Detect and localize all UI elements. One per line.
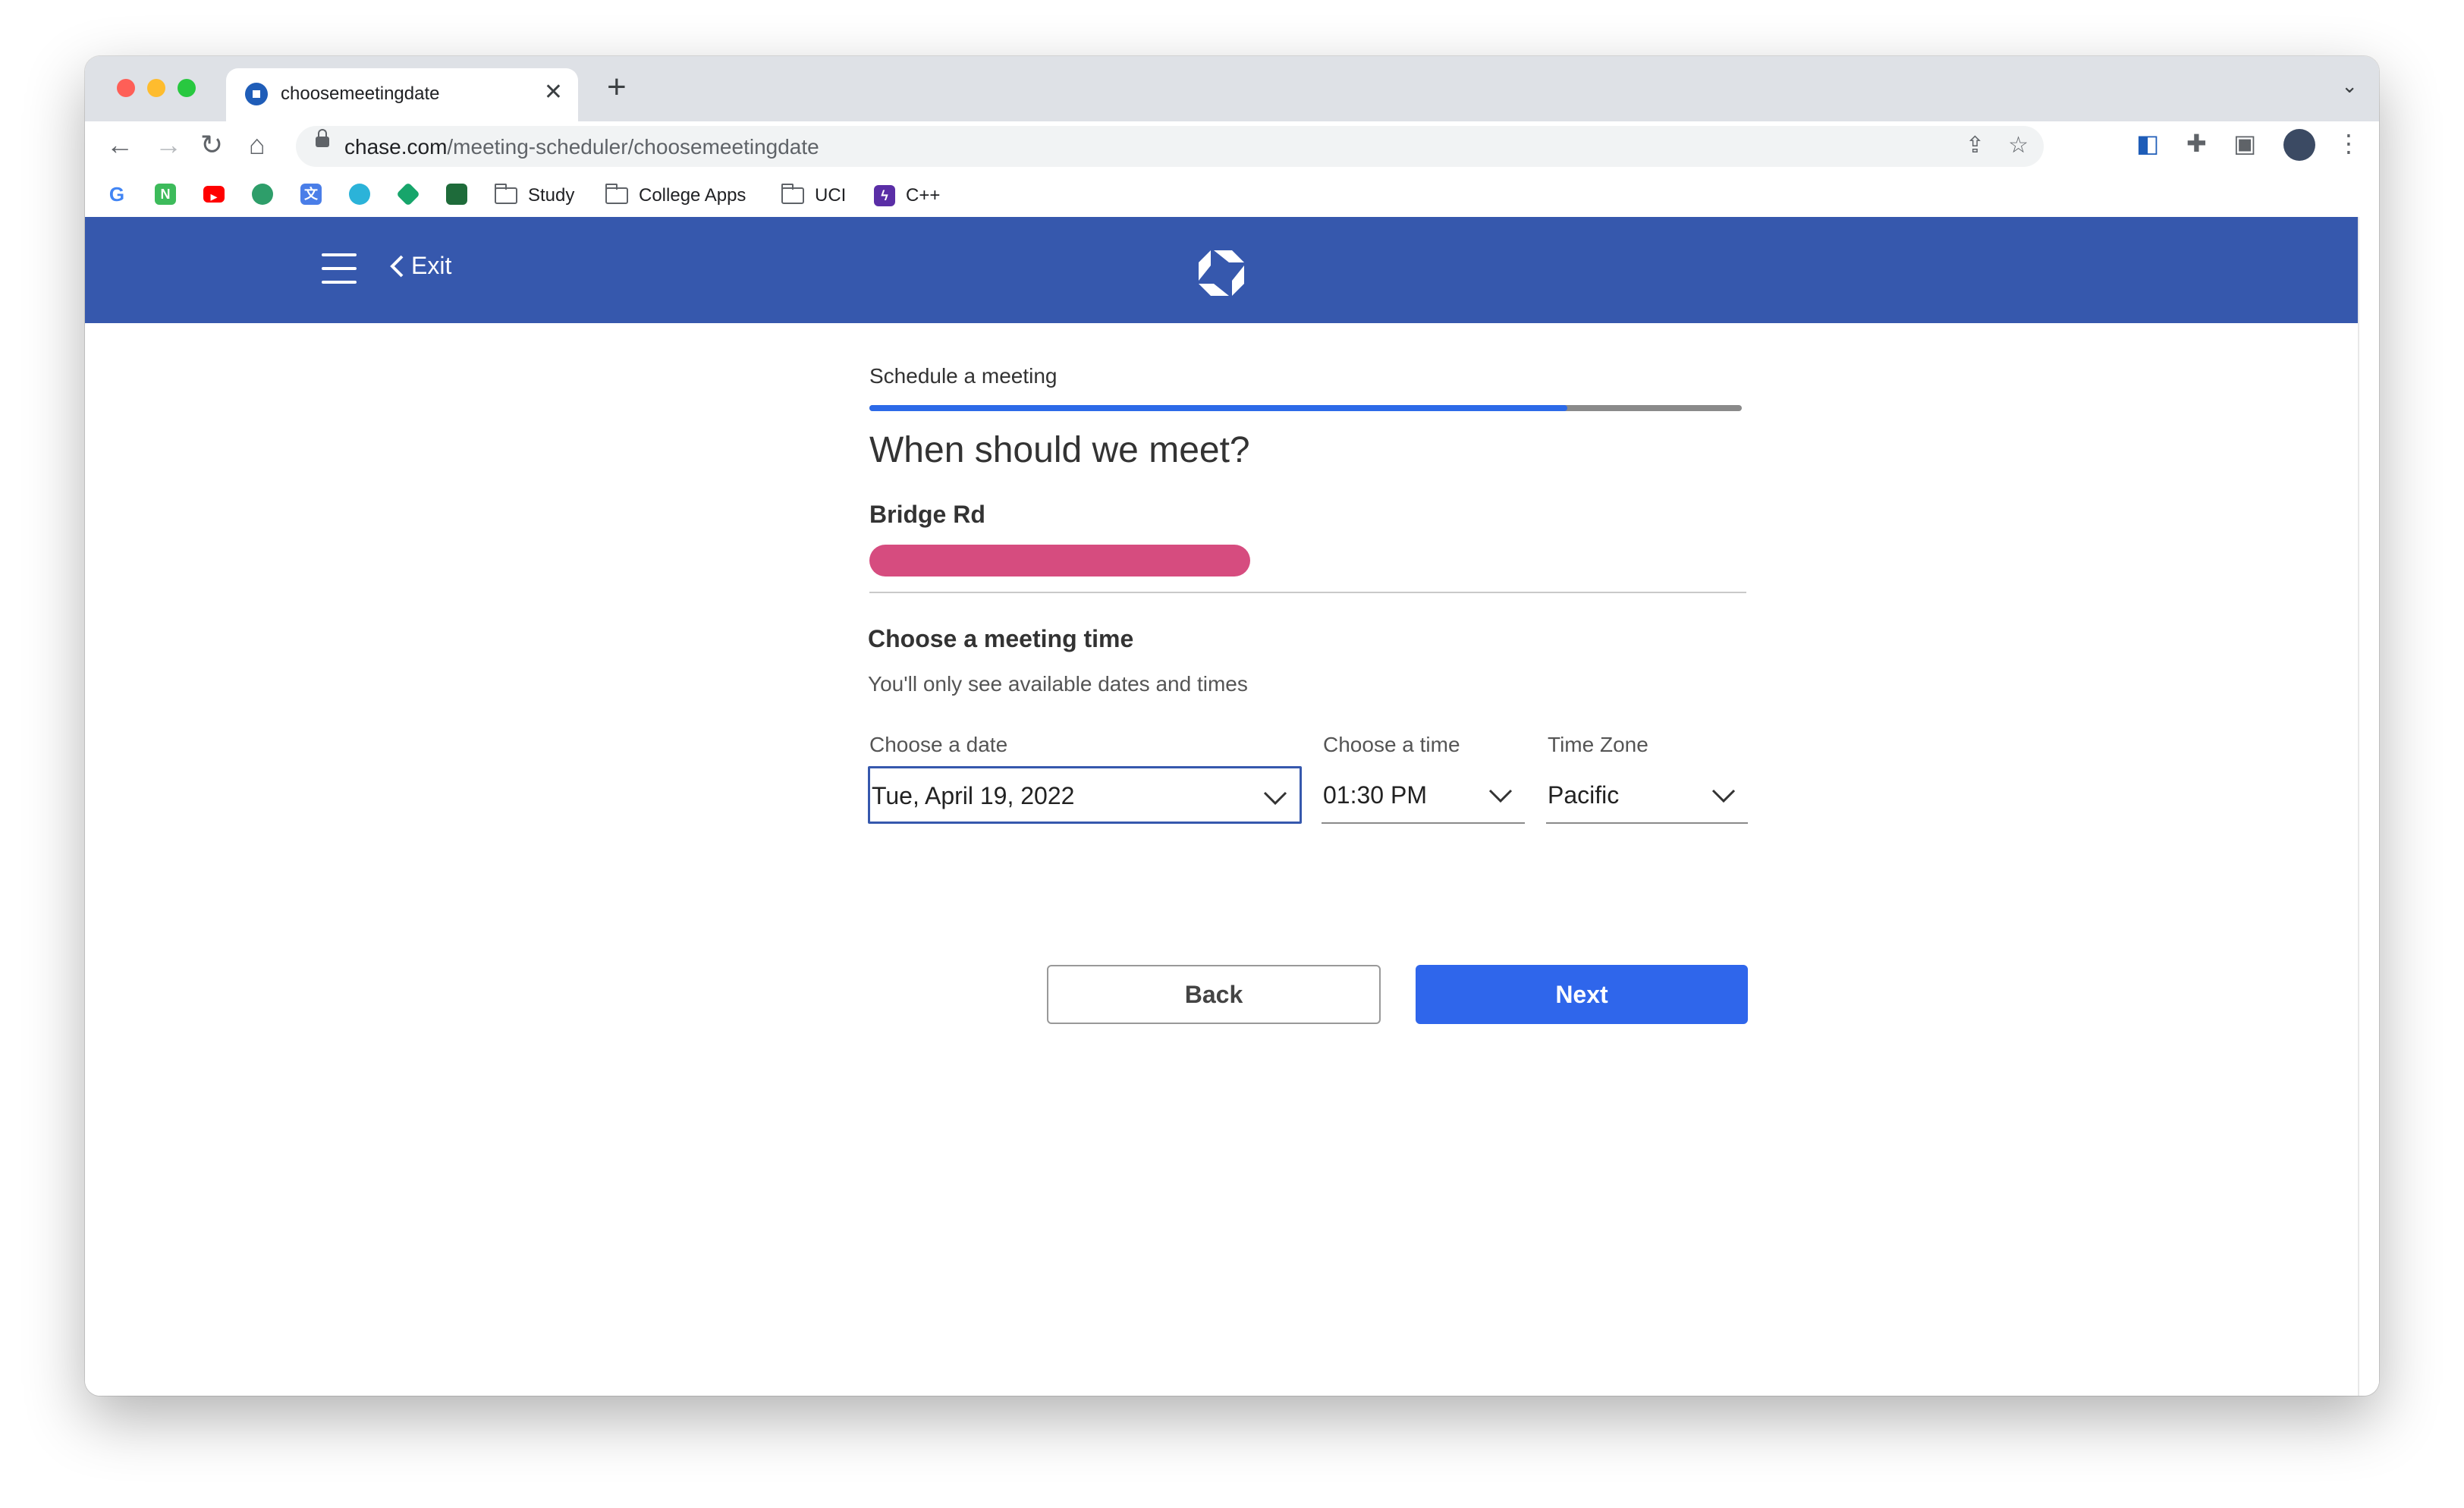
bolt-icon: ϟ (874, 185, 895, 206)
time-value: 01:30 PM (1323, 781, 1427, 809)
progress-bar (869, 405, 1742, 411)
minimize-window-button[interactable] (147, 79, 165, 97)
chevron-down-icon (1263, 791, 1287, 806)
google-icon[interactable]: G (106, 184, 127, 205)
browser-tab[interactable]: choosemeetingdate ✕ (226, 68, 578, 121)
hamburger-menu-icon[interactable] (322, 253, 357, 284)
back-button[interactable]: Back (1047, 965, 1381, 1024)
date-value: Tue, April 19, 2022 (872, 782, 1075, 809)
maximize-window-button[interactable] (178, 79, 196, 97)
youtube-icon[interactable]: ▸ (203, 186, 225, 204)
bookmark-folder-uci[interactable]: UCI (781, 184, 846, 206)
reload-icon[interactable]: ↻ (200, 129, 223, 161)
redacted-address (869, 545, 1250, 576)
bookmark-folder-college-apps[interactable]: College Apps (605, 184, 746, 206)
chase-favicon-icon (245, 83, 268, 105)
more-menu-icon[interactable]: ⋮ (2337, 129, 2361, 158)
app-icon[interactable] (252, 184, 273, 205)
progress-label: Schedule a meeting (869, 364, 1058, 388)
close-icon[interactable]: ✕ (544, 79, 563, 105)
tab-strip: choosemeetingdate ✕ + ⌄ (85, 56, 2379, 121)
home-icon[interactable]: ⌂ (249, 129, 266, 161)
browser-toolbar: ← → ↻ ⌂ chase.com/meeting-scheduler/choo… (85, 121, 2379, 171)
extension-icon[interactable]: ◧ (2136, 129, 2159, 158)
exit-link[interactable]: Exit (388, 252, 451, 280)
avatar[interactable] (2283, 129, 2315, 161)
chevron-left-icon (390, 255, 404, 277)
folder-icon (605, 184, 628, 204)
app-icon[interactable] (446, 184, 467, 205)
date-label: Choose a date (869, 733, 1008, 756)
back-arrow-icon[interactable]: ← (106, 129, 134, 161)
site-header: Exit (85, 217, 2358, 323)
share-icon[interactable]: ⇪ (1966, 132, 1985, 159)
page-content: Exit Schedule a meeting When should we m… (85, 217, 2379, 1396)
browser-window: choosemeetingdate ✕ + ⌄ ← → ↻ ⌂ chase.co… (85, 56, 2379, 1396)
address-bar[interactable]: chase.com/meeting-scheduler/choosemeetin… (296, 126, 2044, 167)
timezone-select[interactable]: Pacific (1546, 766, 1748, 824)
time-select[interactable]: 01:30 PM (1322, 766, 1525, 824)
page-title: When should we meet? (869, 430, 1250, 470)
tab-title: choosemeetingdate (281, 83, 440, 104)
close-window-button[interactable] (117, 79, 135, 97)
chase-logo-icon (1199, 250, 1244, 296)
section-subtitle: You'll only see available dates and time… (868, 672, 1248, 696)
lock-icon (316, 129, 329, 147)
chevron-down-icon (1488, 789, 1513, 803)
folder-icon (781, 184, 804, 204)
notion-n-icon[interactable]: N (155, 184, 176, 205)
next-button[interactable]: Next (1416, 965, 1748, 1024)
bookmark-folder-study[interactable]: Study (495, 184, 574, 206)
time-label: Choose a time (1323, 733, 1460, 756)
url-text: chase.com/meeting-scheduler/choosemeetin… (344, 135, 819, 159)
timezone-value: Pacific (1548, 781, 1620, 809)
bookmarks-bar: G N ▸ 文 Study College Apps UCI ϟ C++ (85, 171, 2379, 218)
translate-icon[interactable]: 文 (300, 184, 322, 205)
star-icon[interactable]: ☆ (2008, 132, 2029, 159)
puzzle-icon[interactable]: ✚ (2186, 129, 2207, 158)
forward-arrow-icon[interactable]: → (155, 129, 182, 161)
folder-icon (495, 184, 517, 204)
app-icon[interactable] (396, 182, 420, 206)
bookmark-cpp[interactable]: ϟ C++ (874, 185, 940, 206)
new-tab-button[interactable]: + (607, 68, 627, 106)
chevron-down-icon[interactable]: ⌄ (2341, 74, 2358, 98)
timezone-label: Time Zone (1548, 733, 1648, 756)
section-title: Choose a meeting time (868, 625, 1134, 652)
progress-bar-fill (869, 405, 1567, 411)
date-select[interactable]: Tue, April 19, 2022 (868, 766, 1302, 824)
scrollbar[interactable] (2358, 217, 2379, 1396)
divider (869, 592, 1746, 593)
app-icon[interactable] (349, 184, 370, 205)
chevron-down-icon (1711, 789, 1736, 803)
branch-name: Bridge Rd (869, 501, 985, 528)
side-panel-icon[interactable]: ▣ (2233, 129, 2256, 158)
